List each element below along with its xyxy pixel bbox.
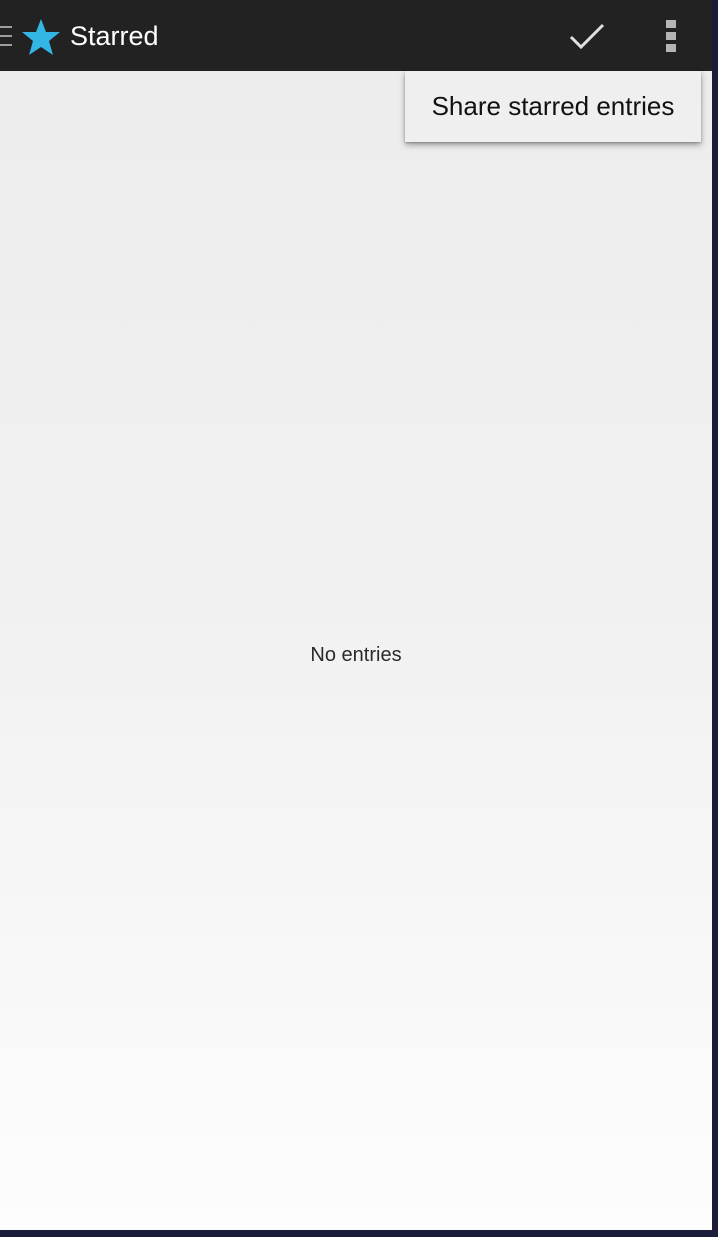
drawer-line bbox=[0, 35, 12, 37]
action-bar: Starred bbox=[0, 0, 712, 71]
app-screen: Starred Share starred entries No entries bbox=[0, 0, 712, 1230]
drawer-line bbox=[0, 44, 12, 46]
overflow-dot bbox=[666, 20, 676, 28]
overflow-dots bbox=[666, 20, 676, 52]
overflow-dot bbox=[666, 44, 676, 52]
drawer-menu-icon[interactable] bbox=[0, 26, 12, 46]
checkmark-icon[interactable] bbox=[562, 14, 612, 58]
star-icon[interactable] bbox=[21, 18, 61, 56]
menu-item-share-starred[interactable]: Share starred entries bbox=[405, 71, 701, 142]
overflow-popup-menu: Share starred entries bbox=[405, 71, 701, 142]
empty-state-message: No entries bbox=[310, 644, 402, 666]
overflow-menu-icon[interactable] bbox=[650, 14, 690, 58]
page-title[interactable]: Starred bbox=[70, 20, 159, 52]
overflow-dot bbox=[666, 32, 676, 40]
drawer-line bbox=[0, 26, 12, 28]
